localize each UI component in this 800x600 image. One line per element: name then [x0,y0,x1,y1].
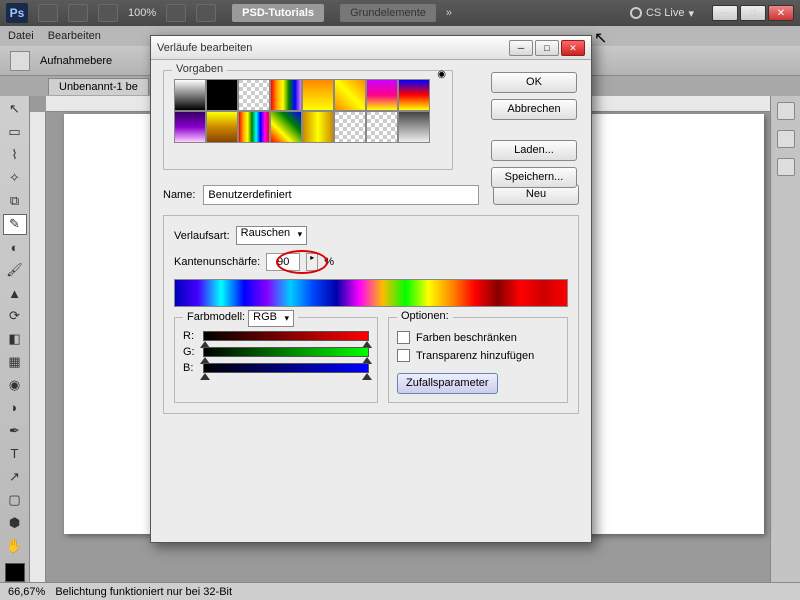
eraser-tool[interactable]: ◧ [3,329,27,350]
dialog-close-button[interactable]: ✕ [561,40,585,56]
save-button[interactable]: Speichern... [491,167,577,188]
dialog-minimize-button[interactable]: ─ [509,40,533,56]
app-header: Ps 100% PSD-Tutorials Grundelemente » CS… [0,0,800,26]
extras-icon[interactable] [196,4,216,22]
gradient-tool[interactable]: ▦ [3,351,27,372]
dialog-titlebar[interactable]: Verläufe bearbeiten ─ □ ✕ [151,36,591,60]
menu-edit[interactable]: Bearbeiten [48,30,101,42]
history-brush-tool[interactable]: ⟳ [3,306,27,327]
channels-panel-icon[interactable] [777,130,795,148]
gradient-preview [174,279,568,307]
presets-label: Vorgaben [172,63,227,75]
lasso-tool[interactable]: ⌇ [3,145,27,166]
gradient-type-label: Verlaufsart: [174,230,230,242]
shape-tool[interactable]: ▢ [3,489,27,510]
sample-size-label: Aufnahmebere [40,55,112,67]
roughness-label: Kantenunschärfe: [174,256,260,268]
roughness-unit: % [324,256,334,268]
crop-tool[interactable]: ⧉ [3,191,27,212]
document-tab[interactable]: Unbenannt-1 be [48,78,149,95]
preset-swatch[interactable] [174,79,206,111]
load-button[interactable]: Laden... [491,140,577,161]
preset-swatch[interactable] [366,79,398,111]
preset-swatch[interactable] [206,79,238,111]
presets-menu-icon[interactable]: ◉ [437,69,446,80]
preset-swatch[interactable] [238,111,270,143]
pen-tool[interactable]: ✒ [3,420,27,441]
ruler-vertical [30,112,46,582]
dodge-tool[interactable]: ◗ [3,397,27,418]
tool-preset-icon[interactable] [10,51,30,71]
dialog-maximize-button[interactable]: □ [535,40,559,56]
colormodel-select[interactable]: RGB [248,310,294,327]
r-slider[interactable]: R: [183,330,369,342]
arrange-icon[interactable] [98,4,118,22]
gradient-type-select[interactable]: Rauschen [236,226,308,245]
blur-tool[interactable]: ◉ [3,374,27,395]
preset-swatch[interactable] [398,111,430,143]
preset-swatch[interactable] [270,111,302,143]
preset-swatch[interactable] [174,111,206,143]
g-slider[interactable]: G: [183,346,369,358]
screen-mode-icon[interactable] [166,4,186,22]
roughness-spinner[interactable]: ▸ [306,253,318,271]
workspace-tab-grundelemente[interactable]: Grundelemente [340,4,436,22]
close-button[interactable]: ✕ [768,5,794,21]
zoom-level[interactable]: 100% [128,7,156,19]
path-tool[interactable]: ↗ [3,466,27,487]
minimize-button[interactable]: ─ [712,5,738,21]
maximize-button[interactable]: □ [740,5,766,21]
options-label: Optionen: [397,310,453,322]
3d-tool[interactable]: ⬢ [3,512,27,533]
preset-swatch[interactable] [302,111,334,143]
ok-button[interactable]: OK [491,72,577,93]
heal-tool[interactable]: ◐ [3,237,27,258]
cancel-button[interactable]: Abbrechen [491,99,577,120]
add-transparency-checkbox[interactable]: Transparenz hinzufügen [397,349,559,362]
cslive-menu[interactable]: CS Live▾ [630,7,694,20]
wand-tool[interactable]: ✧ [3,168,27,189]
move-tool[interactable]: ↖ [3,99,27,120]
status-zoom[interactable]: 66,67% [8,586,45,598]
tools-panel: ↖ ▭ ⌇ ✧ ⧉ ✎ ◐ 🖌 ▲ ⟳ ◧ ▦ ◉ ◗ ✒ T ↗ ▢ ⬢ ✋ [0,96,30,582]
dialog-title: Verläufe bearbeiten [157,42,507,54]
preset-swatch[interactable] [366,111,398,143]
preset-swatch[interactable] [334,79,366,111]
marquee-tool[interactable]: ▭ [3,122,27,143]
workspace-tab-tutorials[interactable]: PSD-Tutorials [232,4,324,22]
layers-panel-icon[interactable] [777,102,795,120]
stamp-tool[interactable]: ▲ [3,283,27,304]
right-panel-dock [770,96,800,582]
preset-swatch[interactable] [334,111,366,143]
b-slider[interactable]: B: [183,362,369,374]
roughness-input[interactable] [266,253,300,271]
minibridge-icon[interactable] [68,4,88,22]
foreground-swatch[interactable] [5,563,25,582]
menu-file[interactable]: Datei [8,30,34,42]
colormodel-label: Farbmodell: [187,311,245,323]
preset-swatch[interactable] [302,79,334,111]
preset-swatch[interactable] [398,79,430,111]
status-message: Belichtung funktioniert nur bei 32-Bit [55,586,232,598]
preset-swatch[interactable] [270,79,302,111]
status-bar: 66,67% Belichtung funktioniert nur bei 3… [0,582,800,600]
app-logo: Ps [6,3,28,23]
bridge-icon[interactable] [38,4,58,22]
preset-swatch[interactable] [238,79,270,111]
name-label: Name: [163,189,195,201]
name-input[interactable] [203,185,479,205]
hand-tool[interactable]: ✋ [3,535,27,556]
paths-panel-icon[interactable] [777,158,795,176]
presets-grid [174,79,442,143]
brush-tool[interactable]: 🖌 [3,260,27,281]
eyedropper-tool[interactable]: ✎ [3,214,27,235]
gradient-editor-dialog: Verläufe bearbeiten ─ □ ✕ Vorgaben ◉ [150,35,592,543]
restrict-colors-checkbox[interactable]: Farben beschränken [397,331,559,344]
randomize-button[interactable]: Zufallsparameter [397,373,498,394]
preset-swatch[interactable] [206,111,238,143]
type-tool[interactable]: T [3,443,27,464]
